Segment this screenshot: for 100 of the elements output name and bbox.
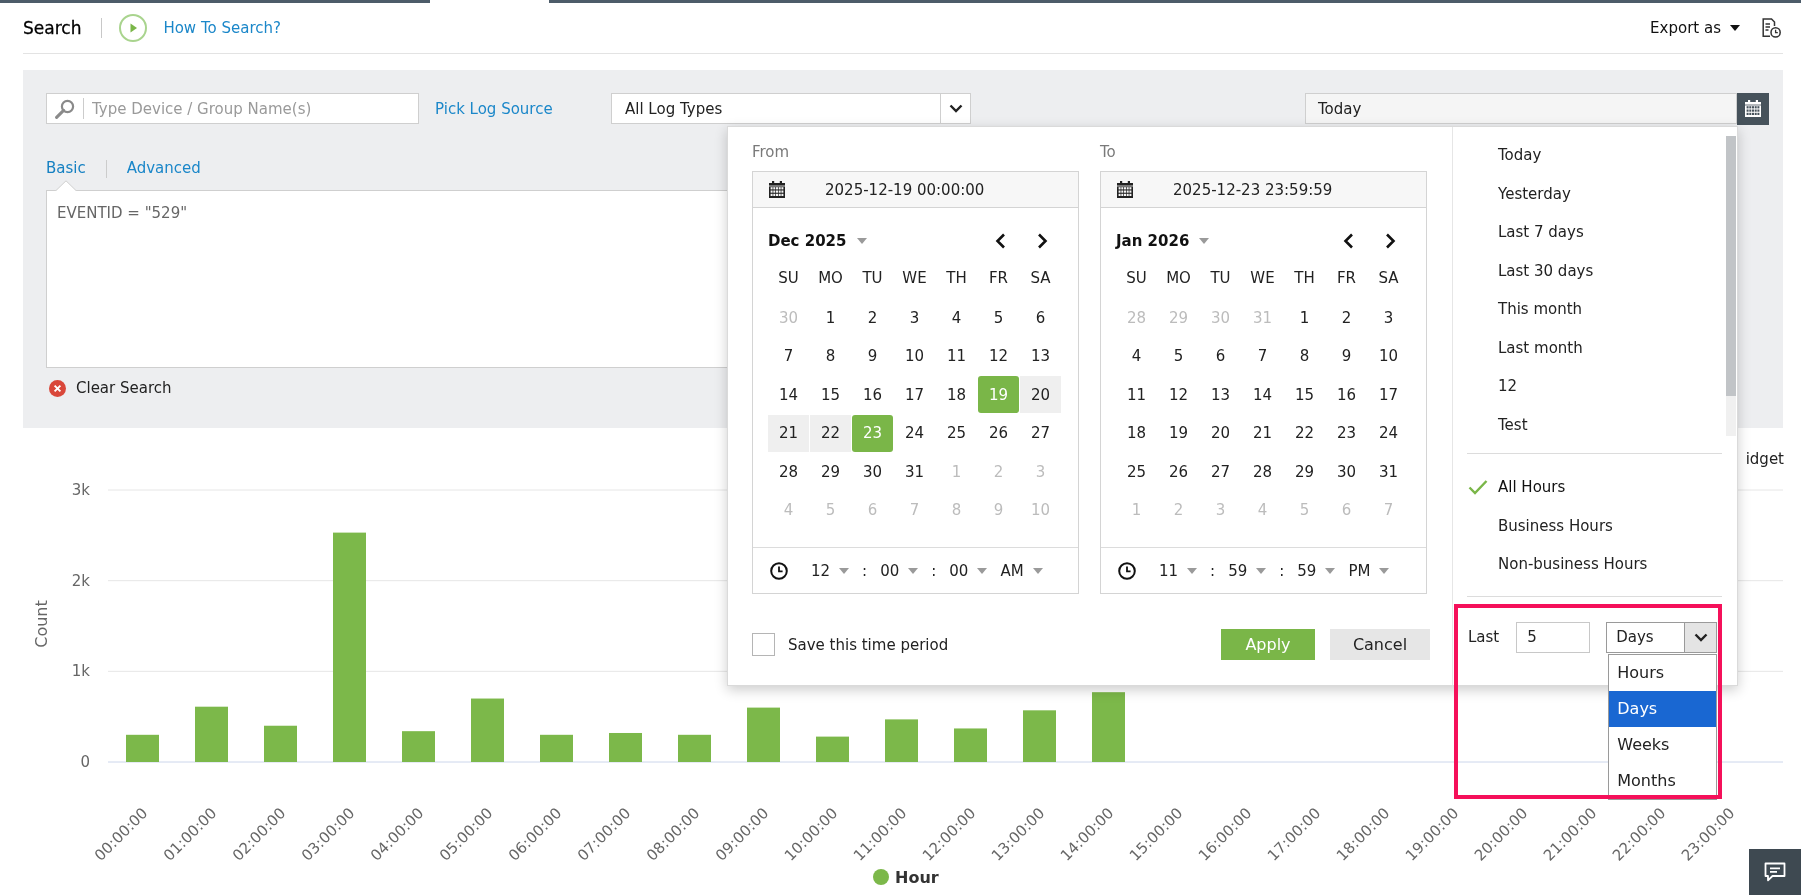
calendar-day[interactable]: 26 (978, 414, 1019, 452)
calendar-day[interactable]: 15 (810, 376, 851, 413)
export-menu-button[interactable]: Export as (1650, 19, 1740, 37)
clear-search-button[interactable]: Clear Search (49, 377, 172, 399)
help-link[interactable]: How To Search? (163, 19, 281, 37)
calendar-day[interactable]: 27 (1200, 453, 1241, 490)
calendar-day[interactable]: 30 (1326, 453, 1367, 490)
calendar-day[interactable]: 30 (852, 453, 893, 490)
chart-bar[interactable] (333, 532, 366, 762)
chevron-left-icon[interactable] (994, 233, 1006, 249)
calendar-day[interactable]: 23 (1326, 414, 1367, 452)
calendar-day[interactable]: 21 (768, 414, 809, 452)
chart-bar[interactable] (609, 733, 642, 762)
calendar-day[interactable]: 14 (1242, 376, 1283, 413)
preset-item[interactable]: Last 30 days (1453, 251, 1726, 290)
calendar-day[interactable]: 14 (768, 376, 809, 413)
calendar-day[interactable]: 18 (1116, 414, 1157, 452)
unit-option[interactable]: Days (1609, 690, 1717, 727)
time-select[interactable]: 00 (949, 561, 988, 580)
chart-bar[interactable] (264, 725, 297, 762)
calendar-day[interactable]: 10 (1368, 337, 1409, 375)
chat-button[interactable] (1749, 849, 1801, 895)
calendar-day[interactable]: 2 (1326, 299, 1367, 336)
calendar-day[interactable]: 16 (1326, 376, 1367, 413)
calendar-day[interactable]: 11 (1116, 376, 1157, 413)
calendar-day[interactable]: 9 (1326, 337, 1367, 375)
calendar-day[interactable]: 20 (1200, 414, 1241, 452)
widget-label[interactable]: idget (1745, 448, 1784, 470)
legend-label[interactable]: Hour (895, 868, 939, 887)
calendar-day[interactable]: 4 (936, 299, 977, 336)
calendar-day[interactable]: 25 (936, 414, 977, 452)
time-select[interactable]: PM (1348, 561, 1390, 580)
device-search-field[interactable]: Type Device / Group Name(s) (46, 93, 419, 124)
calendar-day[interactable]: 29 (810, 453, 851, 490)
unit-select[interactable]: Days (1606, 621, 1718, 653)
preset-item[interactable]: 12 (1453, 367, 1726, 406)
calendar-button[interactable] (1737, 92, 1769, 125)
unit-option[interactable]: Weeks (1609, 726, 1717, 763)
hour-filter-item[interactable]: Business Hours (1453, 506, 1737, 545)
calendar-day[interactable]: 19 (1158, 414, 1199, 452)
calendar-day[interactable]: 12 (1158, 376, 1199, 413)
preset-item[interactable]: Today (1453, 136, 1726, 175)
chart-bar[interactable] (678, 734, 711, 762)
calendar-day[interactable]: 29 (1284, 453, 1325, 490)
chart-bar[interactable] (816, 736, 849, 762)
play-icon[interactable] (119, 14, 148, 42)
chart-bar[interactable] (747, 707, 780, 762)
calendar-day[interactable]: 6 (1020, 299, 1061, 336)
calendar-day[interactable]: 13 (1200, 376, 1241, 413)
calendar-day[interactable]: 17 (1368, 376, 1409, 413)
date-time-field[interactable]: 2025-12-19 00:00:00 (752, 171, 1079, 208)
calendar-day[interactable]: 27 (1020, 414, 1061, 452)
cancel-button[interactable]: Cancel (1330, 629, 1430, 660)
calendar-day[interactable]: 21 (1242, 414, 1283, 452)
chart-bar[interactable] (1023, 710, 1056, 762)
calendar-day[interactable]: 2 (852, 299, 893, 336)
calendar-day[interactable]: 18 (936, 376, 977, 413)
chart-bar[interactable] (885, 719, 918, 762)
calendar-day[interactable]: 31 (894, 453, 935, 490)
calendar-day[interactable]: 22 (1284, 414, 1325, 452)
calendar-day[interactable]: 3 (894, 299, 935, 336)
preset-item[interactable]: Last month (1453, 328, 1726, 367)
preset-item[interactable]: This month (1453, 290, 1726, 329)
checkbox-label[interactable]: Save this time period (788, 635, 949, 654)
month-select[interactable]: Jan 2026 (1116, 232, 1210, 250)
chevron-right-icon[interactable] (1384, 233, 1396, 249)
calendar-day[interactable]: 26 (1158, 453, 1199, 490)
chart-bar[interactable] (1092, 692, 1125, 762)
calendar-day[interactable]: 16 (852, 376, 893, 413)
query-tab[interactable]: Basic (46, 157, 86, 191)
time-select[interactable]: 00 (880, 561, 919, 580)
time-select[interactable]: 11 (1159, 561, 1198, 580)
month-select[interactable]: Dec 2025 (768, 232, 867, 250)
chevron-left-icon[interactable] (1342, 233, 1354, 249)
chart-bar[interactable] (195, 706, 228, 762)
calendar-day[interactable]: 28 (1242, 453, 1283, 490)
time-select[interactable]: AM (1000, 561, 1043, 580)
preset-item[interactable]: Last 7 days (1453, 213, 1726, 252)
unit-option[interactable]: Months (1609, 762, 1717, 799)
calendar-day[interactable]: 20 (1020, 376, 1061, 413)
document-clock-icon[interactable] (1762, 18, 1781, 38)
time-select[interactable]: 59 (1297, 561, 1336, 580)
chart-bar[interactable] (126, 734, 159, 762)
hour-filter-item[interactable]: All Hours (1453, 468, 1737, 507)
calendar-day[interactable]: 31 (1368, 453, 1409, 490)
chart-bar[interactable] (540, 734, 573, 762)
time-select[interactable]: 59 (1228, 561, 1267, 580)
calendar-day[interactable]: 25 (1116, 453, 1157, 490)
calendar-day[interactable]: 15 (1284, 376, 1325, 413)
chart-bar[interactable] (471, 698, 504, 762)
preset-item[interactable]: Yesterday (1453, 174, 1726, 213)
checkbox[interactable] (752, 633, 775, 656)
date-range-field[interactable]: Today (1305, 93, 1737, 124)
date-time-field[interactable]: 2025-12-23 23:59:59 (1100, 171, 1427, 208)
calendar-day[interactable]: 1 (810, 299, 851, 336)
chart-bar[interactable] (954, 728, 987, 762)
calendar-day[interactable]: 5 (978, 299, 1019, 336)
log-type-select[interactable]: All Log Types (611, 93, 971, 124)
calendar-day[interactable]: 22 (810, 414, 851, 452)
last-count-field[interactable]: 5 (1516, 621, 1591, 653)
